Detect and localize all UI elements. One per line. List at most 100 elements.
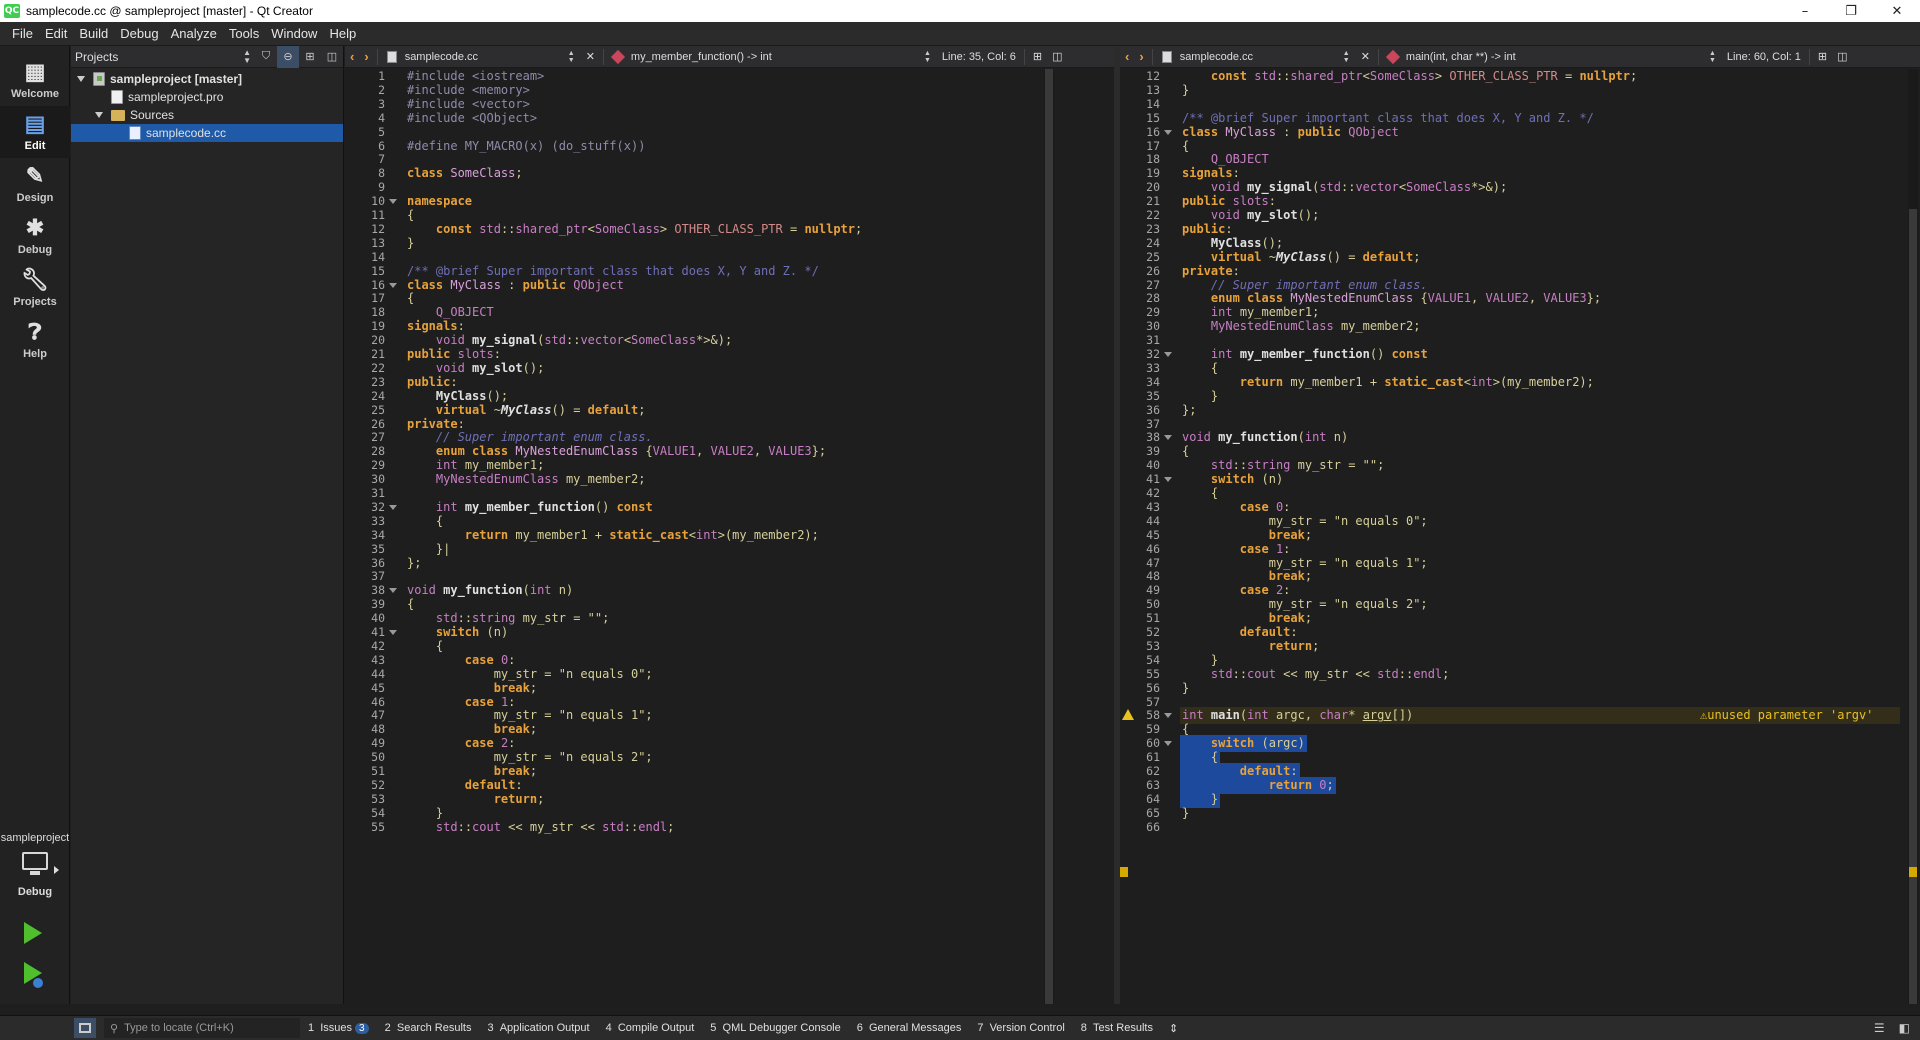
output-pane-issues[interactable]: 1 Issues 3 [300, 1022, 377, 1034]
code-line[interactable]: void my_function(int n) [407, 582, 573, 599]
code-line[interactable]: #include <QObject> [407, 110, 537, 127]
sidebar-view-select[interactable]: Projects [75, 50, 118, 64]
right-code-editor[interactable]: 12 const std::shared_ptr<SomeClass> OTHE… [1120, 69, 1920, 1004]
output-pane-application-output[interactable]: 3 Application Output [479, 1022, 597, 1034]
fold-marker-icon[interactable] [389, 282, 397, 288]
nav-back-icon[interactable]: ‹ [345, 49, 359, 64]
code-line[interactable]: std::cout << my_str << std::endl; [1182, 666, 1449, 683]
mode-edit[interactable]: ▤ Edit [0, 106, 70, 158]
run-button[interactable] [24, 922, 42, 944]
split-editor-icon[interactable]: ⊞ [1028, 46, 1047, 68]
mode-design[interactable]: ✎ Design [0, 158, 70, 210]
combo-arrows-icon[interactable]: ▲ ▼ [243, 48, 251, 65]
split-icon[interactable]: ⊞ [299, 46, 321, 68]
close-split-icon[interactable]: ◫ [1047, 46, 1067, 68]
code-line[interactable]: } [1182, 82, 1189, 99]
code-line[interactable]: return my_member1 + static_cast<int>(my_… [407, 527, 819, 544]
code-line[interactable]: class SomeClass; [407, 165, 523, 182]
fold-marker-icon[interactable] [1164, 477, 1172, 483]
filter-icon[interactable]: ⛉ [255, 46, 277, 68]
nav-back-icon[interactable]: ‹ [1120, 49, 1134, 64]
menu-analyze[interactable]: Analyze [165, 26, 223, 41]
menu-tools[interactable]: Tools [223, 26, 265, 41]
more-panes-arrows-icon[interactable]: ⇕ [1161, 1022, 1186, 1035]
left-file-combo[interactable]: samplecode.cc ▲ ▼ [381, 46, 581, 68]
code-line[interactable]: }; [407, 555, 421, 572]
fold-marker-icon[interactable] [1164, 713, 1172, 719]
left-symbol-combo[interactable]: my_member_function() -> int ▲ ▼ [607, 46, 937, 68]
minimize-button[interactable]: – [1782, 0, 1828, 22]
tree-item-project[interactable]: sampleproject [master] [71, 70, 343, 88]
left-cursor-position[interactable]: Line: 35, Col: 6 [937, 46, 1021, 68]
toggle-right-sidebar-icon[interactable]: ◧ [1899, 1021, 1910, 1035]
split-editor-icon[interactable]: ⊞ [1813, 46, 1832, 68]
code-line[interactable]: } [1182, 680, 1189, 697]
mode-welcome[interactable]: ▦ Welcome [0, 54, 70, 106]
code-line[interactable]: void my_function(int n) [1182, 429, 1348, 446]
close-split-icon[interactable]: ◫ [1832, 46, 1852, 68]
kit-expand-arrow-icon[interactable] [54, 866, 59, 874]
code-line[interactable]: class MyClass : public QObject [407, 277, 624, 294]
code-line[interactable]: const std::shared_ptr<SomeClass> OTHER_C… [1182, 69, 1637, 85]
fold-marker-icon[interactable] [389, 588, 397, 594]
code-line[interactable]: MyNestedEnumClass my_member2; [407, 471, 646, 488]
fold-marker-icon[interactable] [389, 504, 397, 510]
nav-forward-icon[interactable]: › [1134, 49, 1148, 64]
mode-debug[interactable]: ✱ Debug [0, 210, 70, 262]
code-line[interactable]: namespace [407, 193, 472, 210]
locator-input[interactable] [124, 1022, 285, 1034]
tree-item-samplecode[interactable]: samplecode.cc [71, 124, 343, 142]
output-pane-compile-output[interactable]: 4 Compile Output [598, 1022, 703, 1034]
expand-arrow-icon[interactable] [77, 76, 85, 82]
output-pane-general-messages[interactable]: 6 General Messages [849, 1022, 970, 1034]
right-symbol-combo[interactable]: main(int, char **) -> int ▲ ▼ [1382, 46, 1722, 68]
close-sidebar-icon[interactable]: ◫ [321, 46, 343, 68]
fold-marker-icon[interactable] [389, 630, 397, 635]
fold-marker-icon[interactable] [389, 199, 397, 205]
nav-forward-icon[interactable]: › [359, 49, 373, 64]
toggle-sidebar-button[interactable] [74, 1018, 96, 1038]
restore-button[interactable]: ❐ [1828, 0, 1874, 22]
menu-build[interactable]: Build [73, 26, 114, 41]
close-document-icon[interactable]: ✕ [581, 46, 600, 68]
scroll-thumb[interactable] [1045, 69, 1053, 1004]
link-icon[interactable]: ⊖ [277, 45, 299, 68]
code-line[interactable]: int my_member_function() const [407, 499, 653, 516]
right-editor-scrollbar[interactable] [1908, 69, 1918, 1004]
code-line[interactable]: } [407, 235, 414, 252]
menu-help[interactable]: Help [323, 26, 362, 41]
tree-item-sources[interactable]: Sources [71, 106, 343, 124]
fold-marker-icon[interactable] [1164, 129, 1172, 135]
fold-marker-icon[interactable] [1164, 741, 1172, 747]
code-line[interactable]: MyNestedEnumClass my_member2; [1182, 318, 1421, 335]
scroll-thumb[interactable] [1909, 209, 1917, 1004]
code-line[interactable]: int my_member_function() const [1182, 346, 1428, 363]
mode-help[interactable]: ❓︎ Help [0, 314, 70, 366]
code-line[interactable]: const std::shared_ptr<SomeClass> OTHER_C… [407, 221, 862, 238]
code-line[interactable]: } [1182, 805, 1189, 822]
code-line[interactable]: class MyClass : public QObject [1182, 124, 1399, 141]
output-pane-version-control[interactable]: 7 Version Control [969, 1022, 1072, 1034]
fold-marker-icon[interactable] [1164, 435, 1172, 441]
menu-file[interactable]: File [6, 26, 39, 41]
close-document-icon[interactable]: ✕ [1356, 46, 1375, 68]
output-pane-test-results[interactable]: 8 Test Results [1073, 1022, 1161, 1034]
right-file-combo[interactable]: samplecode.cc ▲ ▼ [1156, 46, 1356, 68]
code-line[interactable]: }; [1182, 402, 1196, 419]
menu-edit[interactable]: Edit [39, 26, 73, 41]
fold-marker-icon[interactable] [1164, 352, 1172, 357]
menu-debug[interactable]: Debug [114, 26, 164, 41]
mode-projects[interactable]: 🔧︎ Projects [0, 262, 70, 314]
close-button[interactable]: ✕ [1874, 0, 1920, 22]
output-pane-search-results[interactable]: 2 Search Results [377, 1022, 480, 1034]
left-editor-scrollbar[interactable] [1044, 69, 1054, 1004]
right-cursor-position[interactable]: Line: 60, Col: 1 [1722, 46, 1806, 68]
menu-window[interactable]: Window [265, 26, 323, 41]
tree-item-pro-file[interactable]: sampleproject.pro [71, 88, 343, 106]
warning-icon[interactable] [1122, 709, 1134, 721]
expand-arrow-icon[interactable] [95, 112, 103, 118]
progress-details-icon[interactable]: ☰ [1874, 1021, 1885, 1035]
left-code-editor[interactable]: 1 #include <iostream> 2 #include <memory> 3 #… [345, 69, 1114, 1004]
locator[interactable]: ⚲ [104, 1018, 300, 1038]
code-line[interactable]: std::cout << my_str << std::endl; [407, 819, 674, 836]
